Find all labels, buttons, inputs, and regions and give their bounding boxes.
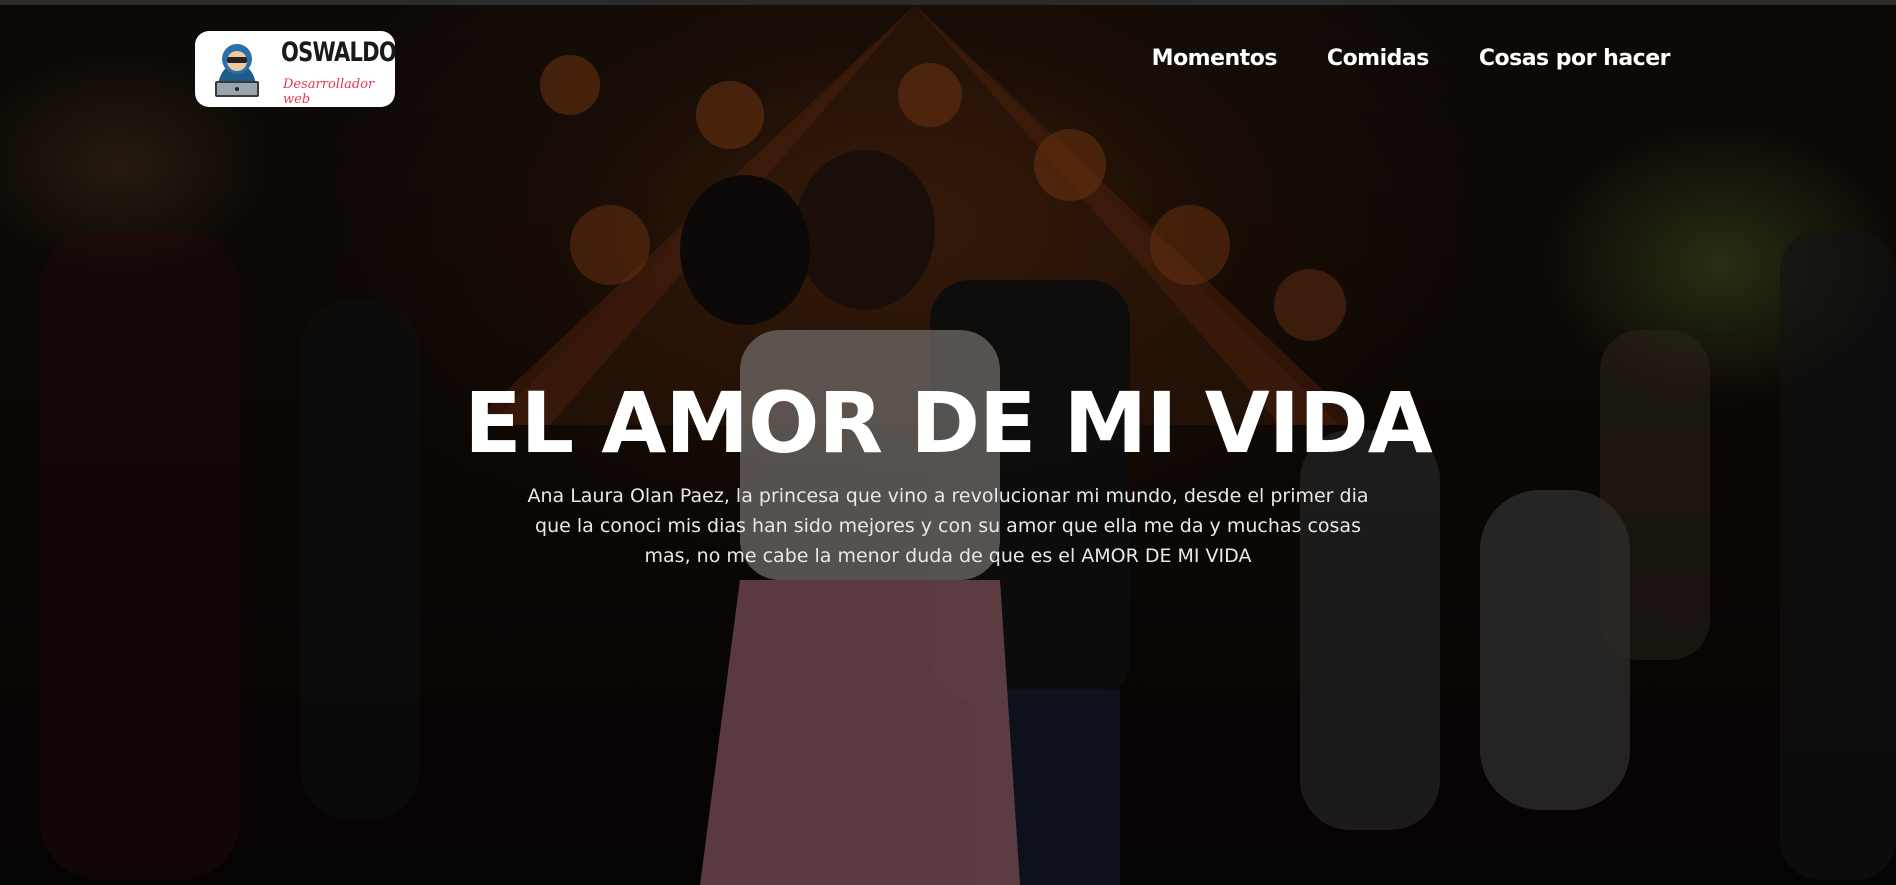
nav-link-cosas-por-hacer[interactable]: Cosas por hacer	[1479, 46, 1671, 71]
main-nav: Momentos Comidas Cosas por hacer	[1152, 46, 1671, 71]
nav-link-comidas[interactable]: Comidas	[1327, 46, 1429, 71]
logo-link[interactable]: OSWALDO Desarrollador web	[195, 31, 397, 107]
page: OSWALDO Desarrollador web Momentos Comid…	[0, 0, 1896, 885]
logo-tagline: Desarrollador web	[283, 77, 375, 107]
logo-name: OSWALDO	[281, 37, 397, 68]
hero-title: EL AMOR DE MI VIDA	[464, 374, 1433, 473]
hacker-avatar-icon	[215, 44, 259, 97]
browser-top-edge	[0, 0, 1896, 5]
nav-link-momentos[interactable]: Momentos	[1152, 46, 1278, 71]
hero-description: Ana Laura Olan Paez, la princesa que vin…	[527, 485, 1369, 567]
